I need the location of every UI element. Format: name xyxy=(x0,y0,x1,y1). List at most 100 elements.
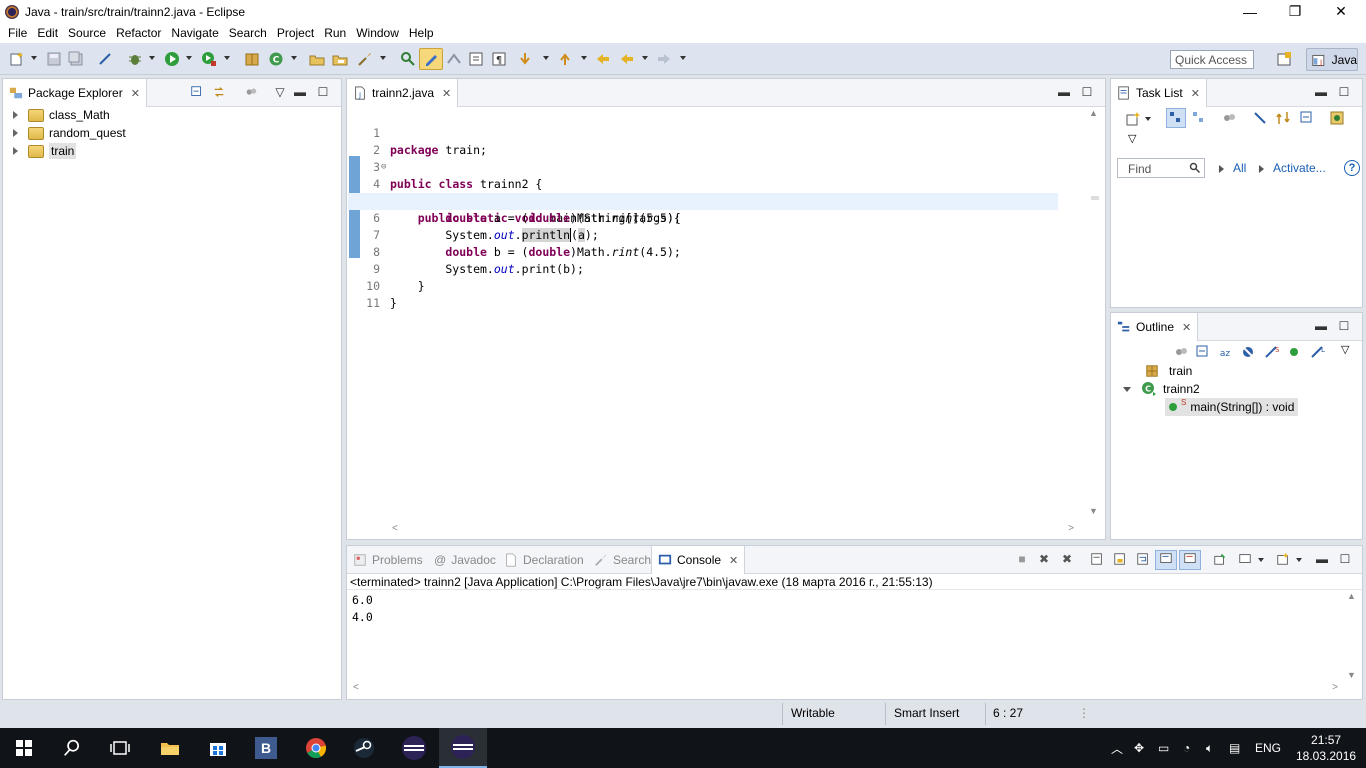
minimize-button[interactable]: — xyxy=(1227,0,1273,23)
tab-outline[interactable]: Outline ✕ xyxy=(1111,313,1199,341)
close-tab-icon[interactable]: ✕ xyxy=(131,87,140,100)
b-app-button[interactable]: B xyxy=(242,728,290,768)
hide-local-types-icon[interactable]: L xyxy=(1309,344,1325,360)
store-button[interactable] xyxy=(194,728,242,768)
scroll-right-icon[interactable]: > xyxy=(1332,682,1338,693)
vertical-scrollbar[interactable]: ▲ ▼ xyxy=(1084,108,1104,518)
search-button[interactable] xyxy=(48,728,96,768)
menu-navigate[interactable]: Navigate xyxy=(166,26,223,40)
language-indicator[interactable]: ENG xyxy=(1255,728,1281,768)
word-wrap-icon[interactable] xyxy=(468,51,484,67)
code-line[interactable]: 11 xyxy=(348,278,1058,310)
menu-file[interactable]: File xyxy=(3,26,32,40)
run-external-tool-icon[interactable] xyxy=(201,51,217,67)
quick-access-input[interactable]: Quick Access xyxy=(1170,50,1254,69)
mark-occurrences-toggle[interactable] xyxy=(419,48,443,70)
minimize-view-icon[interactable]: ▬ xyxy=(1315,552,1329,566)
insert-mode-status[interactable]: Smart Insert xyxy=(894,706,959,720)
code-line-current[interactable]: 6 System.out.println(a); xyxy=(348,193,1058,242)
tray-volume[interactable]: 🔈︎ xyxy=(1206,728,1213,768)
synchronize-icon[interactable] xyxy=(1275,110,1291,126)
help-icon[interactable]: ? xyxy=(1344,160,1360,176)
pin-console-icon[interactable] xyxy=(1213,552,1227,566)
menu-search[interactable]: Search xyxy=(224,26,272,40)
run-icon[interactable] xyxy=(164,51,180,67)
new-task-icon[interactable] xyxy=(1125,111,1141,127)
code-line[interactable]: 3 public class trainn2 { xyxy=(348,142,1058,191)
tab-console[interactable]: Console ✕ xyxy=(651,546,746,574)
menu-refactor[interactable]: Refactor xyxy=(111,26,166,40)
tray-network[interactable]: ◔ xyxy=(1183,728,1190,768)
scheduled-icon[interactable] xyxy=(1191,110,1207,126)
save-all-icon[interactable] xyxy=(68,51,84,67)
sort-icon[interactable]: az xyxy=(1217,344,1233,360)
collapse-icon[interactable] xyxy=(1123,386,1131,392)
menu-edit[interactable]: Edit xyxy=(32,26,63,40)
collapse-all-icon[interactable] xyxy=(1299,110,1315,126)
menu-run[interactable]: Run xyxy=(319,26,351,40)
tab-search[interactable]: Search xyxy=(588,546,657,574)
display-console-icon[interactable] xyxy=(1238,552,1252,566)
hide-non-public-icon[interactable] xyxy=(1286,344,1302,360)
code-line[interactable]: 5 double a = (double)Math.rint(5.5); xyxy=(348,176,1058,225)
menu-source[interactable]: Source xyxy=(63,26,111,40)
scroll-lock-icon[interactable] xyxy=(1113,552,1127,566)
tab-problems[interactable]: Problems xyxy=(347,546,429,574)
minimize-view-icon[interactable]: ▬ xyxy=(293,85,307,99)
hide-fields-icon[interactable] xyxy=(1240,344,1256,360)
remove-all-terminated-icon[interactable]: ✖ xyxy=(1060,552,1074,566)
tab-editor-trainn2[interactable]: J trainn2.java ✕ xyxy=(347,79,459,107)
code-line[interactable]: 1 package train; xyxy=(348,108,1058,157)
word-wrap-console-icon[interactable] xyxy=(1136,552,1150,566)
clear-console-icon[interactable] xyxy=(1090,552,1104,566)
expand-icon[interactable] xyxy=(13,129,18,137)
console-vertical-scrollbar[interactable]: ▲ ▼ xyxy=(1342,591,1362,680)
scroll-up-icon[interactable]: ▲ xyxy=(1347,591,1356,601)
focus-icon[interactable] xyxy=(1221,110,1237,126)
block-selection-icon[interactable] xyxy=(446,51,462,67)
skip-breakpoints-icon[interactable] xyxy=(97,51,113,67)
outline-item-class[interactable]: C trainn2 xyxy=(1123,380,1200,398)
new-java-class-icon[interactable]: C xyxy=(268,51,284,67)
fold-toggle-icon[interactable]: ⊖ xyxy=(381,159,386,176)
minimize-view-icon[interactable]: ▬ xyxy=(1314,85,1328,99)
tree-item-random-quest[interactable]: random_quest xyxy=(13,124,126,142)
chrome-button[interactable] xyxy=(292,728,340,768)
forward-icon[interactable] xyxy=(656,51,672,67)
last-edit-location-icon[interactable] xyxy=(595,51,611,67)
task-repositories-icon[interactable] xyxy=(1329,110,1345,126)
all-link[interactable]: All xyxy=(1233,161,1246,175)
scroll-right-icon[interactable]: > xyxy=(1068,523,1074,534)
previous-annotation-icon[interactable] xyxy=(557,51,573,67)
tree-item-train[interactable]: train xyxy=(13,142,77,160)
open-task-icon[interactable] xyxy=(332,51,348,67)
outline-item-package[interactable]: train xyxy=(1145,362,1192,380)
steam-button[interactable] xyxy=(340,728,388,768)
save-icon[interactable] xyxy=(46,51,62,67)
filters-icon[interactable] xyxy=(244,85,258,99)
close-tab-icon[interactable]: ✕ xyxy=(729,554,738,567)
java-perspective-button[interactable]: J Java xyxy=(1306,48,1358,71)
open-type-icon[interactable] xyxy=(309,51,325,67)
tray-notifications[interactable]: ▤ xyxy=(1229,728,1240,768)
show-hidden-icons[interactable]: ︿ xyxy=(1111,728,1123,768)
close-tab-icon[interactable]: ✕ xyxy=(1191,87,1200,100)
clock[interactable]: 21:57 18.03.2016 xyxy=(1296,728,1356,768)
expand-icon[interactable] xyxy=(13,147,18,155)
maximize-view-icon[interactable]: ☐ xyxy=(1080,85,1094,99)
back-icon[interactable] xyxy=(619,51,635,67)
new-java-package-icon[interactable] xyxy=(244,51,260,67)
code-line[interactable]: 9 } xyxy=(348,244,1058,293)
close-tab-icon[interactable]: ✕ xyxy=(442,87,451,100)
menu-window[interactable]: Window xyxy=(351,26,404,40)
open-console-icon[interactable] xyxy=(1276,552,1290,566)
maximize-view-icon[interactable]: ☐ xyxy=(1337,319,1351,333)
tree-item-class-math[interactable]: class_Math xyxy=(13,106,110,124)
show-whitespace-icon[interactable]: ¶ xyxy=(491,51,507,67)
scroll-left-icon[interactable]: < xyxy=(392,523,398,534)
menu-project[interactable]: Project xyxy=(272,26,319,40)
scroll-up-icon[interactable]: ▲ xyxy=(1089,108,1098,118)
menu-help[interactable]: Help xyxy=(404,26,439,40)
maximize-view-icon[interactable]: ☐ xyxy=(316,85,330,99)
tab-package-explorer[interactable]: Package Explorer ✕ xyxy=(3,79,147,107)
